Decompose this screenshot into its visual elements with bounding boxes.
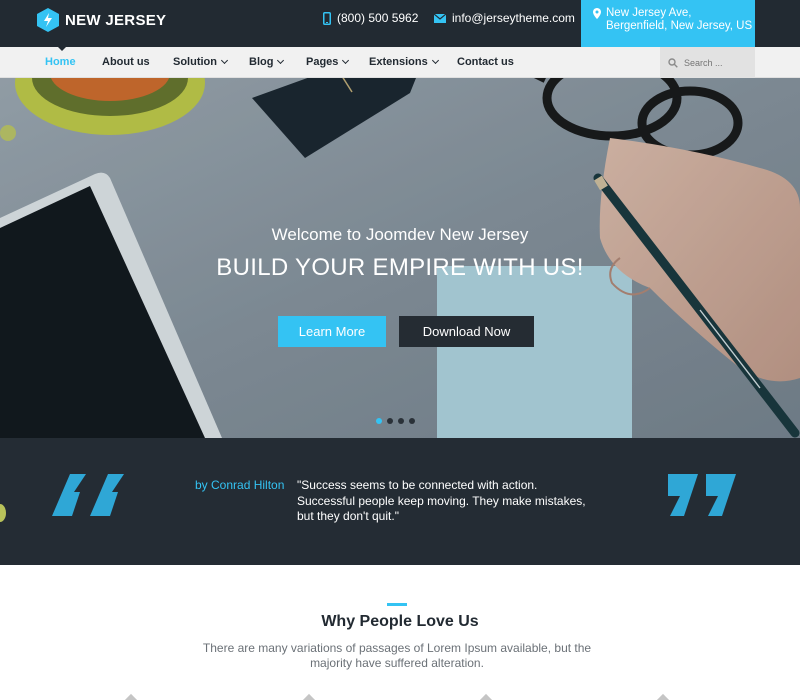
site-name: NEW JERSEY: [65, 11, 167, 29]
chevron-down-icon: [277, 56, 285, 65]
download-now-button[interactable]: Download Now: [399, 316, 534, 347]
main-nav: Home About us Solution Blog Pages Extens…: [0, 47, 800, 78]
slider-dot[interactable]: [398, 418, 404, 424]
site-logo[interactable]: NEW JERSEY: [37, 8, 166, 32]
nav-item-pages[interactable]: Pages: [306, 47, 350, 78]
feature-diamond-icon: [478, 693, 494, 700]
address-line-1: New Jersey Ave,: [606, 7, 692, 19]
address-line-2: Bergenfield, New Jersey, US: [606, 20, 753, 32]
phone-number: (800) 500 5962: [337, 11, 419, 25]
slider-pagination: [376, 418, 420, 424]
chevron-down-icon: [431, 56, 439, 65]
chevron-down-icon: [342, 56, 350, 65]
nav-item-label: Solution: [173, 56, 217, 68]
search-icon: [668, 57, 678, 68]
active-nav-pointer: [57, 46, 67, 51]
nav-item-home[interactable]: Home: [45, 47, 76, 78]
slider-dot[interactable]: [409, 418, 415, 424]
nav-item-blog[interactable]: Blog: [249, 47, 285, 78]
feature-diamond-icon: [301, 693, 317, 700]
nav-item-label: Extensions: [369, 56, 428, 68]
nav-item-label: About us: [102, 56, 150, 68]
search-input[interactable]: [684, 57, 744, 68]
map-pin-icon: [593, 8, 601, 19]
hero-subtitle: Welcome to Joomdev New Jersey: [271, 225, 529, 244]
learn-more-button[interactable]: Learn More: [278, 316, 386, 347]
phone-contact[interactable]: (800) 500 5962: [323, 11, 418, 25]
open-quote-icon: [52, 474, 124, 516]
mobile-phone-icon: [323, 11, 331, 25]
section-accent-line: [387, 603, 407, 606]
nav-item-extensions[interactable]: Extensions: [369, 47, 439, 78]
slider-dot[interactable]: [376, 418, 382, 424]
address-block: New Jersey Ave, Bergenfield, New Jersey,…: [581, 0, 755, 47]
feature-diamond-icon: [123, 693, 139, 700]
section-title: Why People Love Us: [321, 613, 479, 630]
email-contact[interactable]: info@jerseytheme.com: [434, 11, 575, 25]
nav-item-contact-us[interactable]: Contact us: [457, 47, 514, 78]
nav-item-solution[interactable]: Solution: [173, 47, 229, 78]
decorative-ball: [0, 504, 6, 522]
feature-diamond-icon: [655, 693, 671, 700]
hero-slider: Welcome to Joomdev New Jersey BUILD YOUR…: [0, 78, 800, 438]
nav-item-label: Home: [45, 56, 76, 68]
quote-text: "Success seems to be connected with acti…: [297, 478, 586, 523]
why-people-love-us-section: Why People Love Us There are many variat…: [0, 565, 800, 700]
hero-title: BUILD YOUR EMPIRE WITH US!: [216, 254, 584, 281]
top-bar: NEW JERSEY (800) 500 5962 info@jerseythe…: [0, 0, 800, 47]
chevron-down-icon: [220, 56, 229, 65]
slider-dot[interactable]: [387, 418, 393, 424]
quote-author: by Conrad Hilton: [195, 478, 285, 492]
nav-item-label: Pages: [306, 56, 339, 68]
testimonial-section: by Conrad Hilton "Success seems to be co…: [0, 438, 800, 565]
nav-item-label: Contact us: [457, 56, 514, 68]
section-description: There are many variations of passages of…: [202, 641, 592, 670]
close-quote-icon: [668, 474, 736, 516]
nav-item-about-us[interactable]: About us: [102, 47, 150, 78]
email-address: info@jerseytheme.com: [452, 11, 575, 25]
nav-item-label: Blog: [249, 56, 274, 68]
search-box[interactable]: [660, 47, 755, 78]
bolt-hexagon-icon: [37, 8, 59, 32]
envelope-icon: [434, 13, 446, 23]
